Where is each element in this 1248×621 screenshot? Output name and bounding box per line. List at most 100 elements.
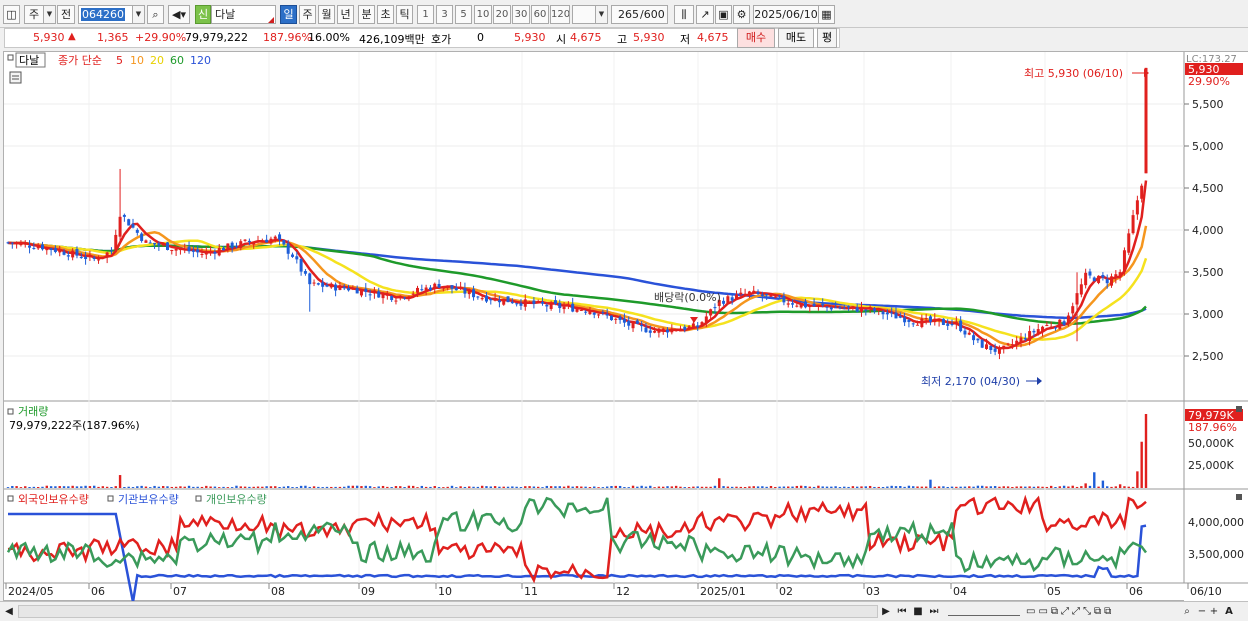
volume-bar: [58, 486, 61, 488]
layout-icon[interactable]: ◫: [3, 5, 20, 24]
prev-stock-button[interactable]: 전: [57, 5, 75, 24]
scrollbar-track[interactable]: [18, 605, 878, 618]
volume-panel-toggle-icon[interactable]: [7, 408, 14, 415]
candle-body: [989, 345, 993, 350]
stock-chart[interactable]: 다날 종가 단순 5 10 20 60 120 LC:173.27 5,930 …: [3, 51, 1248, 602]
volume-bar: [243, 486, 247, 488]
font-size-icon[interactable]: A: [1222, 604, 1236, 619]
period-day[interactable]: 일: [280, 5, 297, 24]
candle-type-icon[interactable]: ⫼: [674, 5, 694, 24]
candle-body: [45, 247, 49, 251]
period-second[interactable]: 초: [377, 5, 394, 24]
candlesticks: [6, 67, 1148, 360]
volume-bar: [795, 485, 799, 488]
buy-button[interactable]: 매수: [737, 28, 775, 48]
period-week[interactable]: 주: [299, 5, 316, 24]
sell-button[interactable]: 매도: [778, 28, 814, 48]
code-dropdown-icon[interactable]: ▼: [132, 5, 145, 24]
volume-bar: [1093, 472, 1096, 488]
volume-bar: [476, 486, 480, 488]
eval-button[interactable]: 평: [817, 28, 837, 48]
period-tick[interactable]: 틱: [396, 5, 413, 24]
volume-bar: [455, 487, 458, 488]
zoom-out-icon[interactable]: −: [1196, 604, 1208, 619]
step-back-icon[interactable]: ⏮: [895, 604, 909, 619]
high-annotation: 최고 5,930 (06/10): [1024, 67, 1123, 80]
data-count-input[interactable]: 265: [611, 5, 641, 24]
zoom-search-icon[interactable]: ⌕: [1180, 604, 1194, 619]
minute-60[interactable]: 60: [531, 5, 549, 24]
volume-bar: [334, 486, 337, 488]
candle-body: [467, 290, 471, 295]
candle-body: [734, 294, 738, 300]
stock-code-input[interactable]: 064260: [78, 5, 133, 24]
candle-body: [1023, 338, 1027, 340]
volume-bar: [373, 487, 376, 488]
candle-body: [864, 309, 868, 311]
volume-bar: [248, 486, 251, 488]
candle-body: [342, 286, 346, 289]
stock-name-field[interactable]: 다날: [211, 5, 276, 24]
candle-body: [704, 316, 708, 323]
trend-icon[interactable]: ↗: [696, 5, 714, 24]
market-dropdown-icon[interactable]: ▼: [43, 5, 56, 24]
candle-body: [265, 239, 269, 243]
volume-bar: [726, 486, 730, 488]
minute-3[interactable]: 3: [436, 5, 453, 24]
chart-canvas[interactable]: 다날 종가 단순 5 10 20 60 120 LC:173.27 5,930 …: [4, 52, 1248, 602]
sound-icon[interactable]: ◀▾: [168, 5, 190, 24]
volume-bar: [179, 486, 182, 488]
drawing-tools-icons[interactable]: ▭▭⧉⤢⤢⤡⧉⧉: [1026, 604, 1176, 619]
minute-30[interactable]: 30: [512, 5, 530, 24]
date-field[interactable]: 2025/06/10: [753, 5, 819, 24]
volume-bar: [778, 486, 781, 488]
scroll-left-icon[interactable]: ◀: [3, 604, 15, 619]
data-table-icon[interactable]: [9, 71, 22, 84]
candle-body: [760, 294, 764, 296]
candle-body: [1010, 344, 1014, 346]
calendar-icon[interactable]: ▦: [818, 5, 835, 24]
minute-120[interactable]: 120: [550, 5, 570, 24]
volume-panel-close-icon[interactable]: [1236, 406, 1242, 412]
custom-period-input[interactable]: [572, 5, 596, 24]
minute-20[interactable]: 20: [493, 5, 511, 24]
settings-gear-icon[interactable]: ⚙: [733, 5, 750, 24]
candle-body: [579, 310, 583, 312]
zoom-in-icon[interactable]: +: [1208, 604, 1220, 619]
candle-body: [980, 339, 984, 348]
x-axis-label: 06/10: [1190, 585, 1222, 598]
x-axis-label: 06: [91, 585, 105, 598]
turnover-rate: 16.00%: [308, 31, 350, 44]
candle-body: [239, 241, 243, 248]
minute-5[interactable]: 5: [455, 5, 472, 24]
save-icon[interactable]: ▣: [715, 5, 732, 24]
scroll-right-icon[interactable]: ▶: [880, 604, 892, 619]
panel-toggle-icon[interactable]: [7, 54, 14, 61]
period-month[interactable]: 월: [318, 5, 335, 24]
minute-10[interactable]: 10: [474, 5, 492, 24]
volume-bar: [812, 486, 816, 488]
volume-bar: [588, 486, 592, 488]
volume-bar: [864, 486, 868, 488]
search-icon[interactable]: ⌕: [147, 5, 164, 24]
holdings-panel-close-icon[interactable]: [1236, 494, 1242, 500]
candle-body: [303, 271, 307, 274]
minute-1[interactable]: 1: [417, 5, 434, 24]
volume-bar: [787, 486, 790, 488]
candle-body: [808, 306, 812, 308]
candle-body: [36, 246, 40, 249]
zoom-slider[interactable]: [948, 604, 1020, 616]
market-select[interactable]: 주: [24, 5, 44, 24]
step-forward-icon[interactable]: ⏭: [927, 604, 941, 619]
period-minute[interactable]: 분: [358, 5, 375, 24]
volume-last-pct: 187.96%: [1188, 421, 1237, 434]
custom-period-dropdown-icon[interactable]: ▼: [595, 5, 608, 24]
candle-body: [946, 323, 950, 326]
price-ytick-label: 5,000: [1192, 140, 1224, 153]
stop-icon[interactable]: ■: [911, 604, 925, 619]
period-year[interactable]: 년: [337, 5, 354, 24]
volume-bar: [312, 486, 316, 488]
volume-bar: [976, 485, 980, 488]
volume-bar: [489, 486, 492, 488]
holdings-panel-toggle-icon[interactable]: [7, 495, 14, 502]
